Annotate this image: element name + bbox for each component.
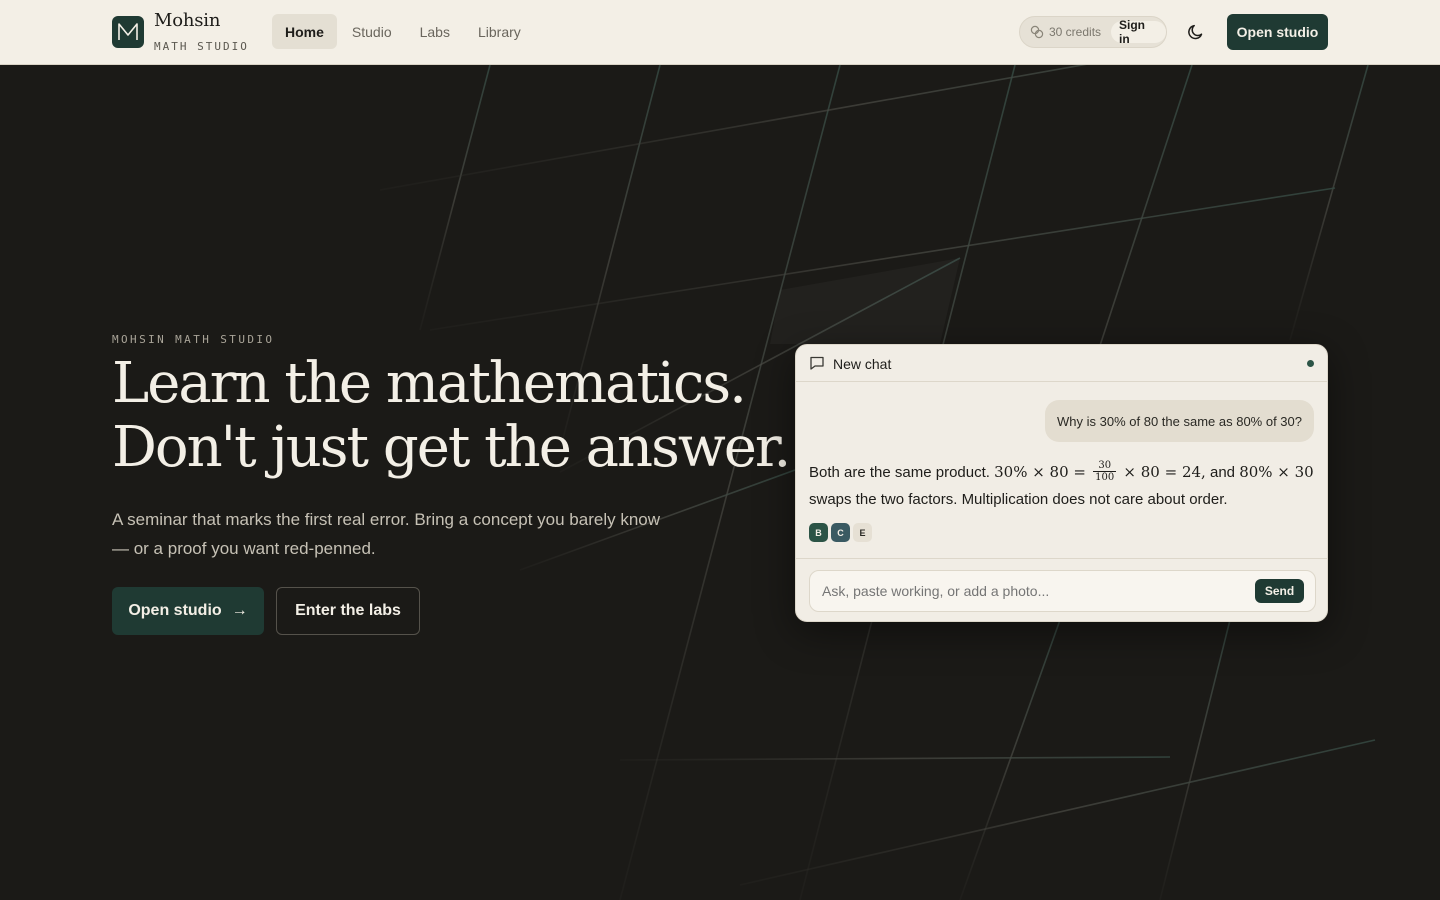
answer-and: and: [1209, 464, 1236, 481]
hero-lede: A seminar that marks the first real erro…: [112, 510, 661, 558]
fraction: 30 100: [1093, 460, 1117, 483]
open-studio-label: Open studio: [128, 602, 222, 619]
chat-header: New chat: [796, 345, 1327, 382]
answer-expression-c: 80% × 30: [1239, 463, 1314, 481]
answer-rest: swaps the two factors. Multiplication do…: [809, 491, 1228, 508]
chat-input[interactable]: [822, 583, 1242, 599]
chat-composer: Send: [809, 570, 1316, 612]
chip-b[interactable]: B: [809, 523, 828, 542]
moon-icon: [1188, 24, 1203, 40]
theme-toggle-button[interactable]: [1186, 22, 1206, 42]
assistant-answer: Both are the same product. 30% × 80 = 30…: [809, 459, 1317, 513]
enter-labs-button[interactable]: Enter the labs: [276, 587, 420, 635]
nav-item-home[interactable]: Home: [272, 14, 337, 49]
nav-item-labs[interactable]: Labs: [407, 14, 463, 49]
answer-intro: Both are the same product.: [809, 464, 990, 481]
chip-e[interactable]: E: [853, 523, 872, 542]
chat-bubble-icon: [810, 356, 824, 370]
headline-line-2: Don't just get the answer.: [112, 415, 791, 480]
nav-item-library[interactable]: Library: [465, 14, 534, 49]
credits-count: 30 credits: [1049, 25, 1102, 39]
credits-pill: 30 credits Sign in: [1019, 16, 1167, 48]
source-chips: B C E: [809, 523, 872, 542]
main-nav: Home Studio Labs Library: [272, 14, 534, 49]
composer-divider: [796, 558, 1327, 559]
logo-mark[interactable]: [112, 16, 144, 48]
open-studio-button[interactable]: Open studio →: [112, 587, 264, 635]
coins-icon: [1030, 25, 1044, 39]
user-message-bubble: Why is 30% of 80 the same as 80% of 30?: [1045, 400, 1314, 442]
fraction-denominator: 100: [1095, 471, 1115, 483]
open-studio-header-button[interactable]: Open studio: [1227, 14, 1328, 50]
arrow-right-icon: →: [231, 602, 248, 619]
logo-icon: [118, 23, 138, 40]
chat-preview-card: New chat Why is 30% of 80 the same as 80…: [795, 344, 1328, 622]
hero-headline: Learn the mathematics. Don't just get th…: [112, 352, 792, 480]
sign-in-button[interactable]: Sign in: [1111, 18, 1166, 46]
hero-eyebrow: MOHSIN MATH STUDIO: [112, 333, 275, 346]
headline-line-1: Learn the mathematics.: [112, 351, 747, 416]
nav-item-studio[interactable]: Studio: [339, 14, 405, 49]
top-navigation-bar: Mohsin MATH STUDIO Home Studio Labs Libr…: [0, 0, 1440, 65]
brand-name[interactable]: Mohsin: [154, 10, 220, 31]
answer-expression-a: 30% × 80 =: [994, 463, 1086, 481]
chat-title: New chat: [833, 356, 892, 372]
fraction-numerator: 30: [1093, 460, 1117, 472]
send-button[interactable]: Send: [1255, 579, 1304, 603]
answer-expression-b: × 80 = 24,: [1123, 463, 1206, 481]
chip-c[interactable]: C: [831, 523, 850, 542]
brand-subtitle: MATH STUDIO: [154, 40, 249, 53]
online-status-dot: [1307, 360, 1314, 367]
